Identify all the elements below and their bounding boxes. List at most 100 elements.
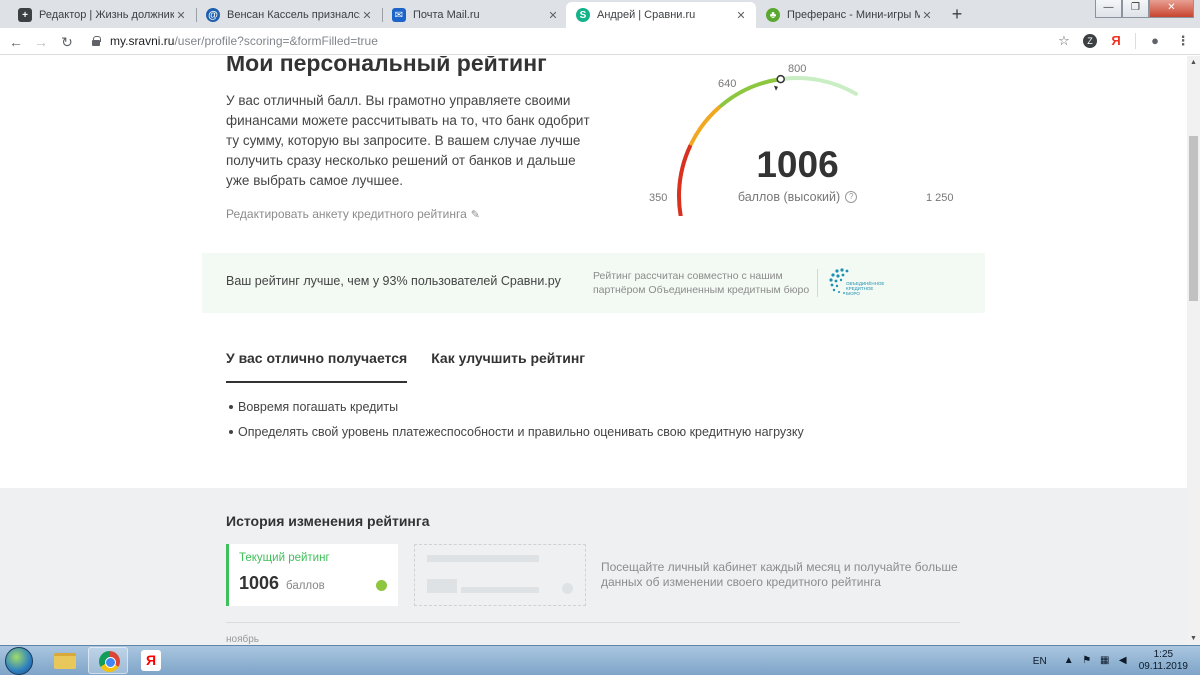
taskbar-chrome[interactable] [88, 647, 128, 674]
reload-icon[interactable]: ↻ [57, 32, 77, 52]
browser-tabstrip: + Редактор | Жизнь должника | Я ✕ @ Венс… [0, 0, 1200, 28]
placeholder-dot [562, 583, 573, 594]
gauge-label-640: 640 [718, 78, 737, 90]
scroll-down-icon[interactable]: ▼ [1187, 632, 1200, 645]
url-host: my.sravni.ru [110, 34, 175, 48]
taskbar-explorer[interactable] [44, 647, 84, 674]
volume-icon[interactable]: ◀ [1117, 655, 1129, 667]
history-hint: Посещайте личный кабинет каждый месяц и … [601, 560, 958, 589]
chrome-icon [99, 651, 120, 672]
globe-icon: @ [206, 8, 220, 22]
gauge-pointer [774, 85, 778, 91]
restore-button[interactable]: ❐ [1122, 0, 1149, 18]
windows-taskbar: Я EN ▲ ⚑ ▦ ◀ 1:25 09.11.2019 [0, 645, 1200, 675]
language-indicator[interactable]: EN [1033, 656, 1047, 667]
back-arrow-icon[interactable]: ← [6, 32, 26, 52]
close-icon[interactable]: ✕ [734, 9, 748, 22]
okb-logo-text: Объединённое кредитное бюро [846, 281, 885, 296]
partner-text: Рейтинг рассчитан совместно с нашим парт… [593, 270, 810, 296]
mail-icon: ✉ [392, 8, 406, 22]
list-item: Вовремя погашать кредиты [229, 400, 804, 414]
help-icon[interactable]: ? [845, 191, 858, 203]
folder-icon [54, 653, 76, 669]
tab-doing-well[interactable]: У вас отлично получается [226, 350, 408, 383]
browser-tab[interactable]: @ Венсан Кассель признался в лю ✕ [196, 2, 382, 28]
close-icon[interactable]: ✕ [546, 9, 560, 22]
gauge-label-max: 1 250 [926, 192, 954, 204]
start-button[interactable] [5, 647, 33, 675]
gauge-arc-low [677, 143, 693, 216]
gauge-marker [776, 74, 785, 84]
lock-icon [92, 36, 101, 46]
score-caption-text: баллов (высокий) [737, 190, 841, 204]
gauge-arc-mid [689, 105, 722, 146]
window-close-button[interactable]: ✕ [1149, 0, 1194, 18]
yandex-extension-icon[interactable]: Я [1107, 32, 1125, 50]
show-hidden-icons-icon[interactable]: ▲ [1063, 655, 1075, 667]
banner-text: Ваш рейтинг лучше, чем у 93% пользовател… [226, 274, 561, 288]
flag-icon[interactable]: ⚑ [1081, 655, 1093, 667]
extension-z-icon[interactable]: Z [1083, 34, 1097, 48]
rating-tabs: У вас отлично получается Как улучшить ре… [226, 350, 585, 383]
clock-time: 1:25 [1153, 649, 1174, 660]
placeholder-bar [461, 587, 539, 593]
sravni-icon: S [576, 8, 590, 22]
browser-tab-active[interactable]: S Андрей | Сравни.ru ✕ [566, 2, 756, 28]
current-rating-unit: баллов [286, 580, 325, 592]
score-caption: баллов (высокий) ? [690, 190, 905, 204]
scroll-up-icon[interactable]: ▲ [1187, 56, 1200, 69]
current-rating-card: Текущий рейтинг 1006 баллов [226, 544, 398, 606]
network-icon[interactable]: ▦ [1099, 655, 1111, 667]
score-value: 1006 [756, 144, 839, 185]
list-item: Определять свой уровень платежеспособнос… [229, 425, 804, 439]
clock[interactable]: 1:25 09.11.2019 [1139, 649, 1188, 673]
scrollbar-thumb[interactable] [1189, 136, 1198, 301]
gauge-arc-rest [778, 75, 858, 96]
tab-title: Почта Mail.ru [413, 9, 480, 21]
current-rating-value: 1006 [239, 573, 280, 593]
address-bar[interactable]: my.sravni.ru/user/profile?scoring=&formF… [110, 34, 378, 48]
browser-tab[interactable]: ♣ Преферанс - Мини-игры Mail.R ✕ [756, 2, 942, 28]
taskbar-yandex[interactable]: Я [130, 647, 170, 674]
rating-description: У вас отличный балл. Вы грамотно управля… [226, 93, 590, 188]
plus-square-icon: + [18, 8, 32, 22]
placeholder-bar [427, 555, 539, 562]
tab-how-to-improve[interactable]: Как улучшить рейтинг [431, 350, 585, 383]
tab-title: Преферанс - Мини-игры Mail.R [787, 9, 920, 21]
gauge-label-800: 800 [788, 63, 807, 75]
toolbar-actions: ☆ Z Я ● ⋮ [1055, 32, 1192, 50]
browser-tab[interactable]: ✉ Почта Mail.ru ✕ [382, 2, 568, 28]
menu-icon[interactable]: ⋮ [1174, 32, 1192, 50]
toolbar-divider [1135, 33, 1136, 49]
window-controls: — ❐ ✕ [1095, 0, 1194, 18]
close-icon[interactable]: ✕ [360, 9, 374, 22]
page-title: Мои персональный рейтинг [226, 56, 547, 76]
forward-arrow-icon[interactable]: → [31, 32, 51, 52]
tab-title: Андрей | Сравни.ru [597, 9, 696, 21]
gauge-label-min: 350 [649, 192, 668, 204]
star-icon[interactable]: ☆ [1055, 32, 1073, 50]
profile-icon[interactable]: ● [1146, 32, 1164, 50]
history-placeholder-card [414, 544, 586, 606]
status-dot [376, 580, 387, 591]
partner-divider [817, 269, 818, 297]
edit-rating-form-link[interactable]: Редактировать анкету кредитного рейтинга… [226, 207, 480, 221]
comparison-banner: Ваш рейтинг лучше, чем у 93% пользовател… [202, 253, 985, 313]
tab-title: Венсан Кассель признался в лю [227, 9, 360, 21]
tips-list: Вовремя погашать кредиты Определять свой… [229, 400, 804, 450]
yandex-icon: Я [141, 650, 161, 671]
browser-tab[interactable]: + Редактор | Жизнь должника | Я ✕ [8, 2, 196, 28]
page-scrollbar[interactable]: ▲ ▼ [1187, 56, 1200, 645]
rating-history-section: История изменения рейтинга Текущий рейти… [0, 488, 1187, 645]
new-tab-button[interactable]: + [947, 4, 967, 24]
edit-link-label: Редактировать анкету кредитного рейтинга [226, 207, 467, 221]
history-title: История изменения рейтинга [226, 513, 430, 529]
cards-icon: ♣ [766, 8, 780, 22]
browser-toolbar: ← → ↻ my.sravni.ru/user/profile?scoring=… [0, 28, 1200, 55]
page-viewport: Мои персональный рейтинг У вас отличный … [0, 56, 1187, 645]
close-icon[interactable]: ✕ [920, 9, 934, 22]
url-path: /user/profile?scoring=&formFilled=true [174, 34, 378, 48]
pencil-icon: ✎ [470, 208, 480, 221]
close-icon[interactable]: ✕ [174, 9, 188, 22]
minimize-button[interactable]: — [1095, 0, 1122, 18]
